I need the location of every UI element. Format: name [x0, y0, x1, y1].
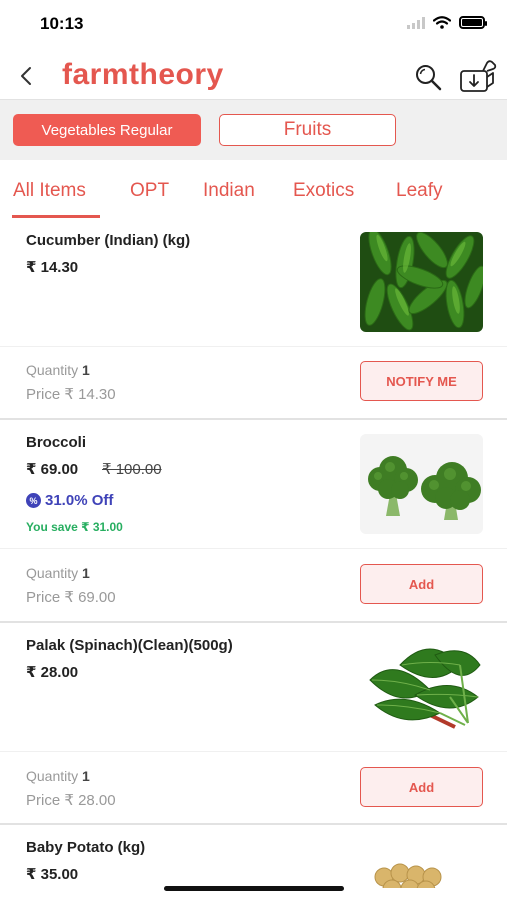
product-name: Baby Potato (kg) [26, 839, 146, 856]
product-price: ₹ 69.00 [26, 461, 79, 478]
add-button[interactable]: Add [360, 564, 483, 604]
product-price: ₹ 35.00 [26, 866, 79, 883]
category-fruits[interactable]: Fruits [219, 114, 396, 146]
product-image-broccoli[interactable] [360, 434, 483, 534]
you-save-text: You save ₹ 31.00 [26, 520, 123, 534]
product-image-spinach[interactable] [360, 635, 483, 735]
product-card: Baby Potato (kg) ₹ 35.00 [0, 825, 507, 888]
discount-label: % 31.0% Off [26, 492, 113, 509]
line-price-label: Price ₹ 14.30 [26, 386, 116, 403]
product-image-cucumber[interactable] [360, 232, 483, 332]
product-image-baby-potato[interactable] [370, 857, 450, 888]
search-icon[interactable] [413, 62, 443, 92]
quantity-value: 1 [82, 565, 90, 581]
line-price-label: Price ₹ 28.00 [26, 792, 116, 809]
add-button[interactable]: Add [360, 767, 483, 807]
battery-icon [459, 16, 487, 29]
status-icons [407, 16, 487, 29]
cart-icon[interactable] [459, 59, 497, 93]
status-bar: 10:13 [0, 0, 507, 50]
wifi-icon [433, 16, 451, 29]
discount-icon: % [26, 493, 41, 508]
signal-icon [407, 16, 425, 29]
product-price: ₹ 28.00 [26, 664, 79, 681]
card-divider [0, 751, 507, 752]
product-name: Cucumber (Indian) (kg) [26, 232, 191, 249]
tab-exotics[interactable]: Exotics [293, 180, 354, 202]
tab-indian[interactable]: Indian [203, 180, 255, 202]
product-list: Cucumber (Indian) (kg) ₹ 14.30 Quantity … [0, 218, 507, 888]
quantity-label: Quantity 1 [26, 565, 90, 581]
app-header: farmtheory [0, 50, 507, 100]
tab-all-items[interactable]: All Items [13, 180, 86, 202]
line-price-label: Price ₹ 69.00 [26, 589, 116, 606]
product-card: Cucumber (Indian) (kg) ₹ 14.30 Quantity … [0, 218, 507, 420]
tab-opt[interactable]: OPT [130, 180, 169, 202]
home-indicator[interactable] [164, 886, 344, 891]
product-card: Palak (Spinach)(Clean)(500g) ₹ 28.00 Qua… [0, 623, 507, 825]
product-card: Broccoli ₹ 69.00 ₹ 100.00 % 31.0% Off Yo… [0, 420, 507, 623]
card-divider [0, 346, 507, 347]
category-bar: Vegetables Regular Fruits [0, 100, 507, 160]
quantity-value: 1 [82, 768, 90, 784]
product-name: Palak (Spinach)(Clean)(500g) [26, 637, 233, 654]
quantity-value: 1 [82, 362, 90, 378]
tab-leafy[interactable]: Leafy [396, 180, 442, 202]
line-price-value: ₹ 14.30 [64, 386, 116, 403]
back-icon[interactable] [14, 62, 38, 90]
card-divider [0, 548, 507, 549]
quantity-label: Quantity 1 [26, 768, 90, 784]
brand-logo: farmtheory [62, 58, 224, 91]
quantity-label: Quantity 1 [26, 362, 90, 378]
line-price-value: ₹ 28.00 [64, 792, 116, 809]
product-price: ₹ 14.30 [26, 259, 79, 276]
product-mrp: ₹ 100.00 [102, 461, 162, 478]
discount-text: 31.0% Off [45, 492, 114, 509]
line-price-value: ₹ 69.00 [64, 589, 116, 606]
category-vegetables-regular[interactable]: Vegetables Regular [13, 114, 201, 146]
notify-me-button[interactable]: NOTIFY ME [360, 361, 483, 401]
status-time: 10:13 [40, 14, 84, 33]
subcategory-tabs: All Items OPT Indian Exotics Leafy [0, 160, 507, 218]
product-name: Broccoli [26, 434, 87, 451]
